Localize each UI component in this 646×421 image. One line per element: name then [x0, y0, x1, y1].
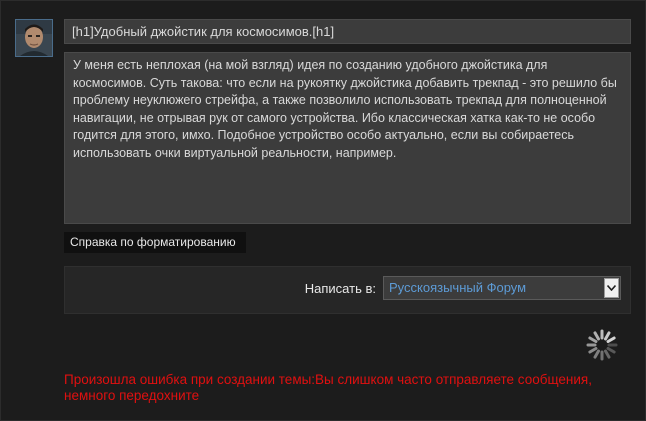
forum-select[interactable]: Русскоязычный Форум: [383, 276, 621, 300]
topic-title-input[interactable]: [h1]Удобный джойстик для космосимов.[h1]: [64, 19, 631, 44]
error-message: Произошла ошибка при создании темы:Вы сл…: [64, 372, 592, 403]
spinner-spoke: [606, 336, 616, 343]
formatting-help-button[interactable]: Справка по форматированию: [64, 232, 246, 253]
topic-body-text: У меня есть неплохая (на мой взгляд) иде…: [73, 58, 617, 160]
spinner-spoke: [604, 349, 611, 359]
post-to-label: Написать в:: [304, 281, 376, 296]
spinner-spoke: [588, 347, 598, 354]
user-avatar-image: [16, 20, 52, 56]
spinner-spoke: [606, 347, 616, 354]
spinner-spoke: [593, 349, 600, 359]
spinner-spoke: [593, 331, 600, 341]
chevron-down-icon[interactable]: [604, 278, 619, 298]
forum-select-value: Русскоязычный Форум: [389, 280, 527, 295]
spinner-spoke: [604, 331, 611, 341]
loading-spinner-icon: [586, 329, 618, 361]
new-topic-composer: [h1]Удобный джойстик для космосимов.[h1]…: [0, 0, 646, 421]
spinner-spoke: [588, 336, 598, 343]
topic-body-textarea[interactable]: У меня есть неплохая (на мой взгляд) иде…: [64, 52, 631, 224]
avatar: [15, 19, 53, 57]
post-to-bar: Написать в: Русскоязычный Форум: [64, 266, 631, 314]
